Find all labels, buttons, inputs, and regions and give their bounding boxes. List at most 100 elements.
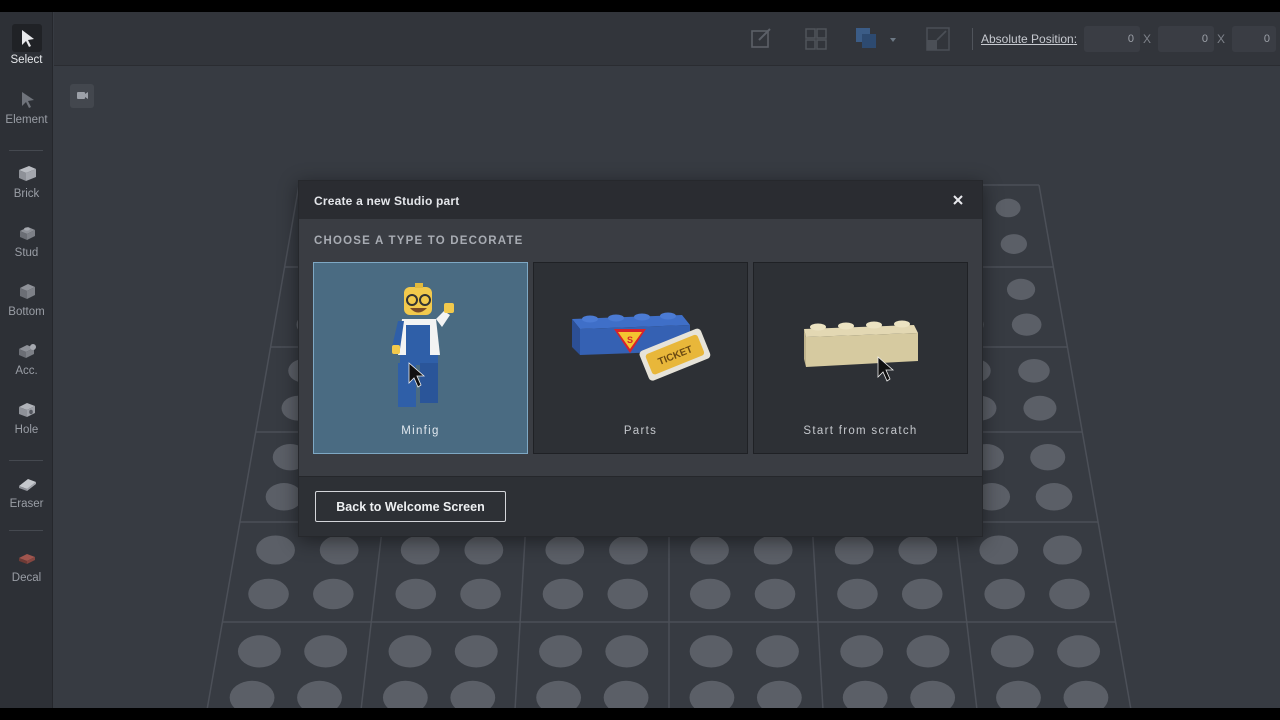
baseplate-stud	[382, 680, 428, 708]
baseplate-stud	[979, 535, 1019, 565]
plain-brick-image	[804, 320, 918, 382]
baseplate-stud	[840, 635, 884, 668]
tool-brick[interactable]: Brick	[0, 158, 53, 210]
coord-field-z[interactable]: 0	[1232, 26, 1276, 52]
absolute-position-text: Absolute Position	[981, 32, 1074, 46]
baseplate-stud	[754, 578, 796, 610]
baseplate-stud	[689, 635, 733, 668]
baseplate-stud	[545, 535, 585, 565]
baseplate-stud	[990, 635, 1034, 668]
baseplate-stud	[464, 535, 504, 565]
brick-icon	[18, 166, 36, 181]
baseplate-stud	[1023, 395, 1057, 421]
coord-field-y[interactable]: 0	[1158, 26, 1214, 52]
baseplate-stud	[837, 578, 878, 610]
absolute-position-label[interactable]: Absolute Position:	[981, 32, 1077, 46]
edit-button[interactable]	[748, 25, 776, 53]
option-parts[interactable]: S TICKET Parts	[533, 262, 748, 454]
tool-label: Element	[5, 114, 48, 126]
close-button[interactable]	[949, 191, 967, 209]
tool-label: Acc.	[15, 365, 38, 377]
dialog-footer: Back to Welcome Screen	[299, 476, 982, 536]
baseplate-stud	[756, 680, 802, 708]
hole-icon	[18, 403, 35, 417]
letterbox-top	[0, 0, 1280, 12]
baseplate-stud	[689, 680, 735, 708]
dialog-header: Create a new Studio part	[299, 181, 982, 219]
create-part-dialog: Create a new Studio part CHOOSE A TYPE T…	[298, 180, 983, 537]
baseplate-stud	[265, 483, 303, 511]
baseplate-stud	[996, 680, 1041, 708]
option-label: Start from scratch	[803, 425, 918, 437]
back-to-welcome-button[interactable]: Back to Welcome Screen	[315, 491, 506, 522]
camera-icon	[77, 92, 88, 99]
baseplate-stud	[1063, 680, 1109, 708]
camera-button[interactable]	[70, 84, 94, 108]
tool-hole[interactable]: Hole	[0, 394, 53, 446]
baseplate-stud	[1035, 483, 1073, 511]
baseplate-stud	[603, 680, 649, 708]
arrow-element-icon	[21, 92, 34, 108]
baseplate-stud	[690, 535, 729, 565]
top-toolbar: Absolute Position: 0 X 0 X 0	[54, 12, 1280, 66]
baseplate-stud	[607, 578, 649, 610]
baseplate-stud	[834, 535, 874, 565]
grid-icon	[805, 28, 827, 50]
axis-label: X	[1143, 32, 1152, 46]
baseplate-stud	[304, 635, 348, 668]
toolbar-divider	[9, 150, 43, 151]
baseplate-stud	[605, 635, 649, 668]
dialog-title: Create a new Studio part	[314, 194, 460, 208]
resize-button[interactable]	[924, 25, 952, 53]
tool-select[interactable]: Select	[0, 22, 53, 74]
baseplate-stud	[395, 578, 437, 610]
arrow-select-icon	[21, 30, 34, 47]
baseplate-stud	[454, 635, 498, 668]
baseplate-stud	[400, 535, 440, 565]
baseplate-stud	[984, 578, 1025, 610]
tool-label: Bottom	[8, 306, 45, 318]
baseplate-stud	[689, 578, 731, 610]
tool-label: Eraser	[9, 498, 44, 510]
select-highlight	[11, 24, 42, 52]
studio-app: Select Element Brick Stud Bottom Acc. Ho…	[0, 12, 1280, 708]
baseplate-stud	[995, 198, 1021, 218]
tool-bottom[interactable]: Bottom	[0, 276, 53, 328]
accessory-icon	[18, 344, 36, 358]
baseplate-stud	[1000, 234, 1028, 254]
tool-label: Decal	[11, 572, 42, 584]
color-dropdown-button[interactable]	[852, 25, 904, 53]
baseplate-stud	[910, 680, 956, 708]
baseplate-stud	[753, 535, 793, 565]
tool-decal[interactable]: Decal	[0, 542, 53, 594]
tool-element[interactable]: Element	[0, 84, 53, 136]
minifig-image	[392, 283, 454, 407]
grid-view-button[interactable]	[802, 25, 830, 53]
tool-stud[interactable]: Stud	[0, 217, 53, 269]
baseplate-stud	[901, 578, 943, 610]
toolbar-divider	[9, 530, 43, 531]
baseplate-stud	[842, 680, 888, 708]
header-divider	[972, 28, 973, 50]
baseplate-stud	[229, 680, 275, 708]
baseplate-stud	[1018, 358, 1050, 383]
tool-accessory[interactable]: Acc.	[0, 335, 53, 387]
eraser-icon	[18, 479, 36, 491]
baseplate-stud	[388, 635, 432, 668]
baseplate-stud	[248, 578, 289, 610]
tool-eraser[interactable]: Eraser	[0, 468, 53, 520]
baseplate-stud	[906, 635, 950, 668]
dialog-subtitle: CHOOSE A TYPE TO DECORATE	[314, 235, 524, 247]
baseplate-stud	[256, 535, 295, 565]
option-label: Parts	[623, 425, 658, 437]
option-minifig[interactable]: Minfig	[313, 262, 528, 454]
baseplate-stud	[898, 535, 938, 565]
tool-label: Stud	[14, 247, 39, 259]
decal-icon	[18, 554, 35, 564]
baseplate-stud	[539, 635, 583, 668]
coord-field-x[interactable]: 0	[1084, 26, 1140, 52]
option-start-from-scratch[interactable]: Start from scratch	[753, 262, 968, 454]
tool-label: Hole	[14, 424, 39, 436]
baseplate-stud	[297, 680, 342, 708]
left-toolbar: Select Element Brick Stud Bottom Acc. Ho…	[0, 12, 53, 708]
